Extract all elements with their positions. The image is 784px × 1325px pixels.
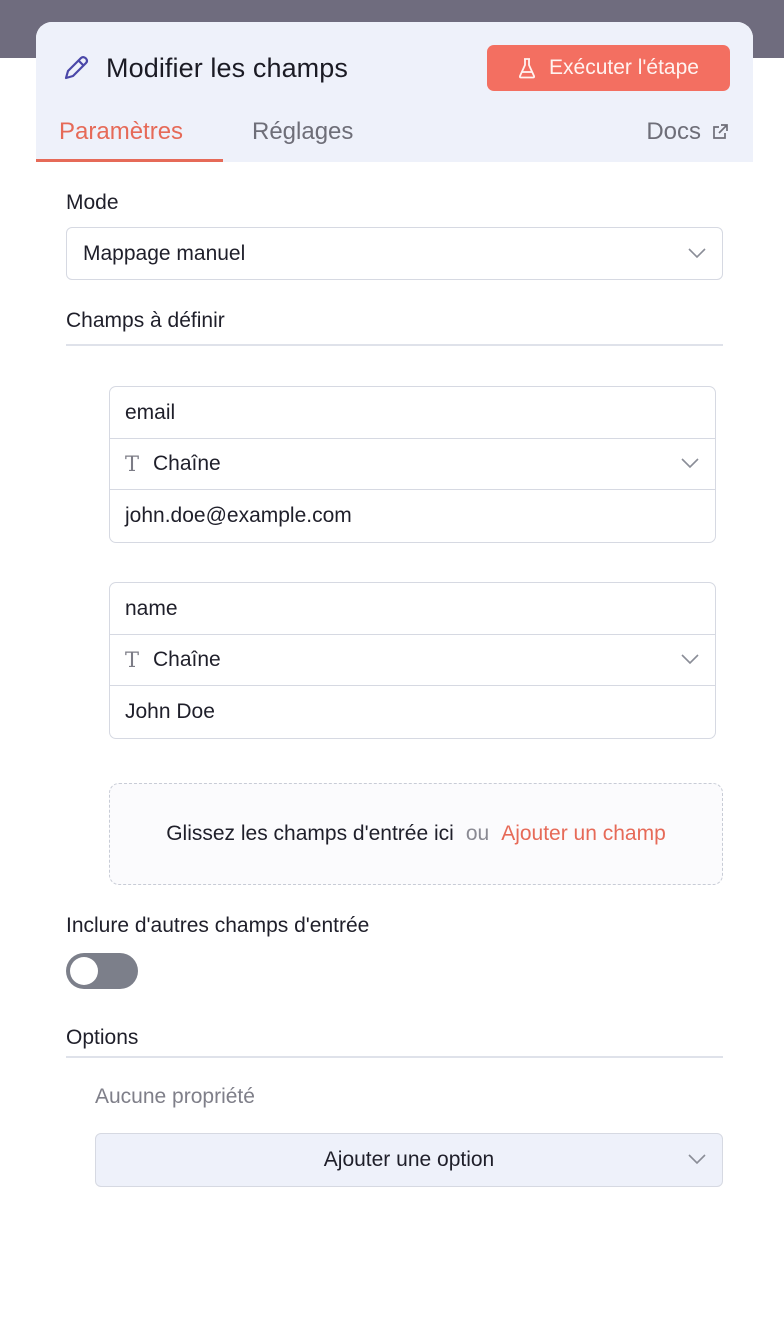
field-type-value: Chaîne — [153, 648, 221, 671]
dropzone-or: ou — [465, 822, 490, 845]
chevron-down-icon — [688, 247, 706, 258]
tab-bar: Paramètres Réglages Docs — [36, 110, 753, 162]
field-type-select[interactable]: T Chaîne — [110, 438, 715, 490]
field-name-value: email — [125, 401, 176, 424]
field-value-input[interactable]: John Doe — [110, 686, 715, 738]
title-row: Modifier les champs — [60, 46, 348, 90]
no-properties-text: Aucune propriété — [95, 1085, 255, 1108]
flask-icon — [518, 57, 536, 79]
pencil-icon — [60, 52, 92, 84]
chevron-down-icon — [681, 458, 699, 469]
add-field-link[interactable]: Ajouter un champ — [501, 822, 666, 846]
field-name-input[interactable]: name — [110, 583, 715, 635]
field-card-name: name T Chaîne John Doe — [109, 582, 716, 739]
field-value-text: John Doe — [125, 700, 215, 723]
add-option-label: Ajouter une option — [323, 1148, 495, 1171]
dropzone-text: Glissez les champs d'entrée ici — [166, 822, 454, 845]
active-tab-indicator — [36, 159, 223, 162]
field-type-select[interactable]: T Chaîne — [110, 634, 715, 686]
mode-select[interactable]: Mappage manuel — [66, 227, 723, 280]
field-type-value: Chaîne — [153, 452, 221, 475]
toggle-knob — [70, 957, 98, 985]
include-other-label: Inclure d'autres champs d'entrée — [66, 914, 370, 937]
chevron-down-icon — [681, 654, 699, 665]
include-other-toggle[interactable] — [66, 953, 138, 989]
edit-fields-panel: Modifier les champs Exécuter l'étape Par… — [36, 22, 753, 1325]
run-step-button[interactable]: Exécuter l'étape — [487, 45, 730, 91]
text-type-icon: T — [125, 648, 140, 672]
tab-settings[interactable]: Réglages — [252, 118, 353, 146]
field-card-email: email T Chaîne john.doe@example.com — [109, 386, 716, 543]
external-link-icon — [711, 123, 729, 141]
add-option-select[interactable]: Ajouter une option — [95, 1133, 723, 1187]
tab-parameters[interactable]: Paramètres — [59, 118, 183, 146]
options-label: Options — [66, 1026, 139, 1049]
field-value-text: john.doe@example.com — [125, 504, 352, 527]
field-name-value: name — [125, 597, 178, 620]
chevron-down-icon — [688, 1154, 706, 1165]
run-step-label: Exécuter l'étape — [549, 56, 699, 79]
panel-title: Modifier les champs — [106, 52, 348, 83]
fields-section-label: Champs à définir — [66, 309, 225, 332]
panel-header: Modifier les champs Exécuter l'étape Par… — [36, 22, 753, 162]
options-divider — [66, 1056, 723, 1058]
field-name-input[interactable]: email — [110, 387, 715, 439]
fields-divider — [66, 344, 723, 346]
text-type-icon: T — [125, 452, 140, 476]
field-value-input[interactable]: john.doe@example.com — [110, 490, 715, 542]
mode-value: Mappage manuel — [83, 241, 246, 265]
docs-link[interactable]: Docs — [646, 118, 729, 146]
field-dropzone[interactable]: Glissez les champs d'entrée ici ou Ajout… — [109, 783, 723, 885]
mode-label: Mode — [66, 191, 119, 214]
docs-label: Docs — [646, 118, 701, 145]
